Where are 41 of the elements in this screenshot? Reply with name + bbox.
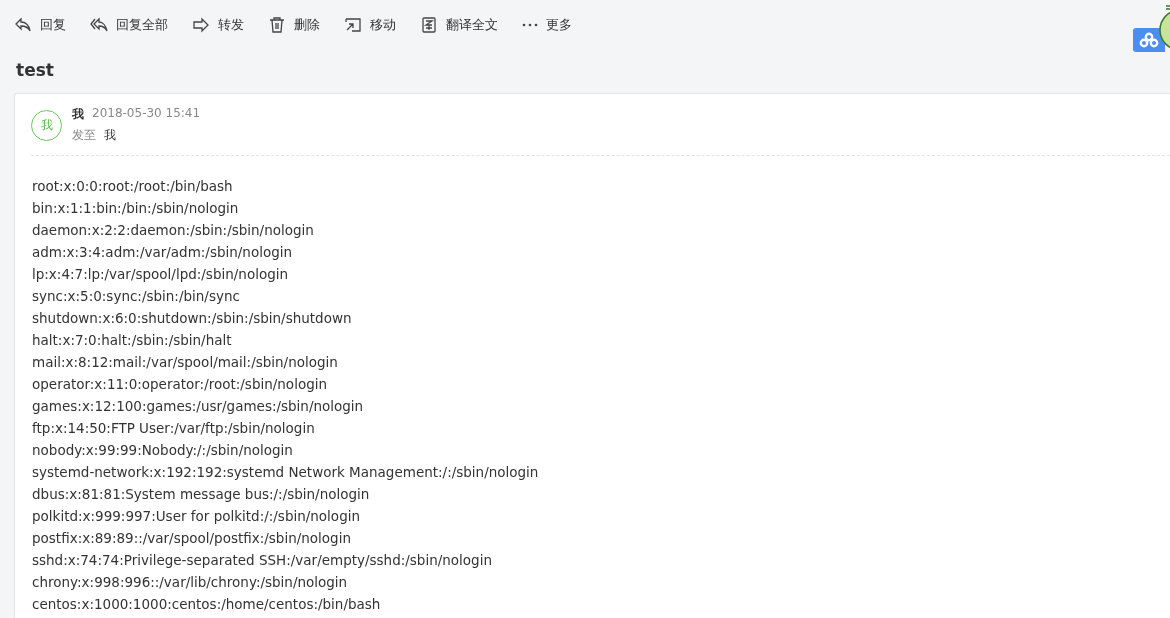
body-line: games:x:12:100:games:/usr/games:/sbin/nologin bbox=[32, 397, 365, 416]
cloud-badge[interactable] bbox=[1133, 28, 1165, 52]
sender-name: 我 bbox=[72, 106, 84, 123]
more-icon bbox=[522, 23, 538, 27]
body-line: sync:x:5:0:sync:/sbin:/bin/sync bbox=[32, 287, 241, 306]
body-line: bin:x:1:1:bin:/bin:/sbin/nologin bbox=[32, 199, 240, 218]
toolbar-button[interactable]: 更多 bbox=[522, 16, 572, 34]
body-line: systemd-network:x:192:192:systemd Network Management:/:/sbin/nologin bbox=[32, 463, 540, 482]
body-line: lp:x:4:7:lp:/var/spool/lpd:/sbin/nologin bbox=[32, 265, 290, 284]
body-line: sshd:x:74:74:Privilege-separated SSH:/var/empty/sshd:/sbin/nologin bbox=[32, 551, 493, 570]
body-line: chrony:x:998:996::/var/lib/chrony:/sbin/nologin bbox=[32, 573, 349, 592]
body-line: daemon:x:2:2:daemon:/sbin:/sbin/nologin bbox=[32, 221, 315, 240]
trash-icon bbox=[268, 16, 286, 34]
forward-icon bbox=[192, 16, 210, 34]
toolbar-button[interactable]: 回复全部 bbox=[90, 16, 168, 34]
body-line: mail:x:8:12:mail:/var/spool/mail:/sbin/nologin bbox=[32, 353, 339, 372]
body-line: halt:x:7:0:halt:/sbin:/sbin/halt bbox=[32, 331, 233, 350]
move-icon bbox=[344, 16, 362, 34]
body-line: shutdown:x:6:0:shutdown:/sbin:/sbin/shutdown bbox=[32, 309, 353, 328]
recipient-label: 发至 bbox=[72, 127, 96, 144]
message-date: 2018-05-30 15:41 bbox=[92, 106, 201, 122]
body-line: ftp:x:14:50:FTP User:/var/ftp:/sbin/nologin bbox=[32, 419, 316, 438]
reply-icon bbox=[14, 16, 32, 34]
body-line: centos:x:1000:1000:centos:/home/centos:/bin/bash bbox=[32, 595, 382, 614]
body-line: root:x:0:0:root:/root:/bin/bash bbox=[32, 177, 234, 196]
body-line: dbus:x:81:81:System message bus:/:/sbin/nologin bbox=[32, 485, 371, 504]
body-line: adm:x:3:4:adm:/var/adm:/sbin/nologin bbox=[32, 243, 294, 262]
translate-icon bbox=[420, 16, 438, 34]
body-line: nobody:x:99:99:Nobody:/:/sbin/nologin bbox=[32, 441, 294, 460]
body-line: polkitd:x:999:997:User for polkitd:/:/sbin/nologin bbox=[32, 507, 361, 526]
toolbar-button[interactable]: 转发 bbox=[192, 16, 244, 34]
body-line: operator:x:11:0:operator:/root:/sbin/nologin bbox=[32, 375, 329, 394]
recipient-name: 我 bbox=[104, 127, 116, 144]
toolbar-button[interactable]: 翻译全文 bbox=[420, 16, 498, 34]
toolbar-button[interactable]: 回复 bbox=[14, 16, 66, 34]
reply-all-icon bbox=[90, 16, 108, 34]
body-line: postfix:x:89:89::/var/spool/postfix:/sbin/nologin bbox=[32, 529, 352, 548]
cloud-icon bbox=[1139, 32, 1159, 48]
mail-subject: test bbox=[16, 60, 54, 80]
toolbar-button[interactable]: 移动 bbox=[344, 16, 396, 34]
toolbar-button[interactable]: 删除 bbox=[268, 16, 320, 34]
